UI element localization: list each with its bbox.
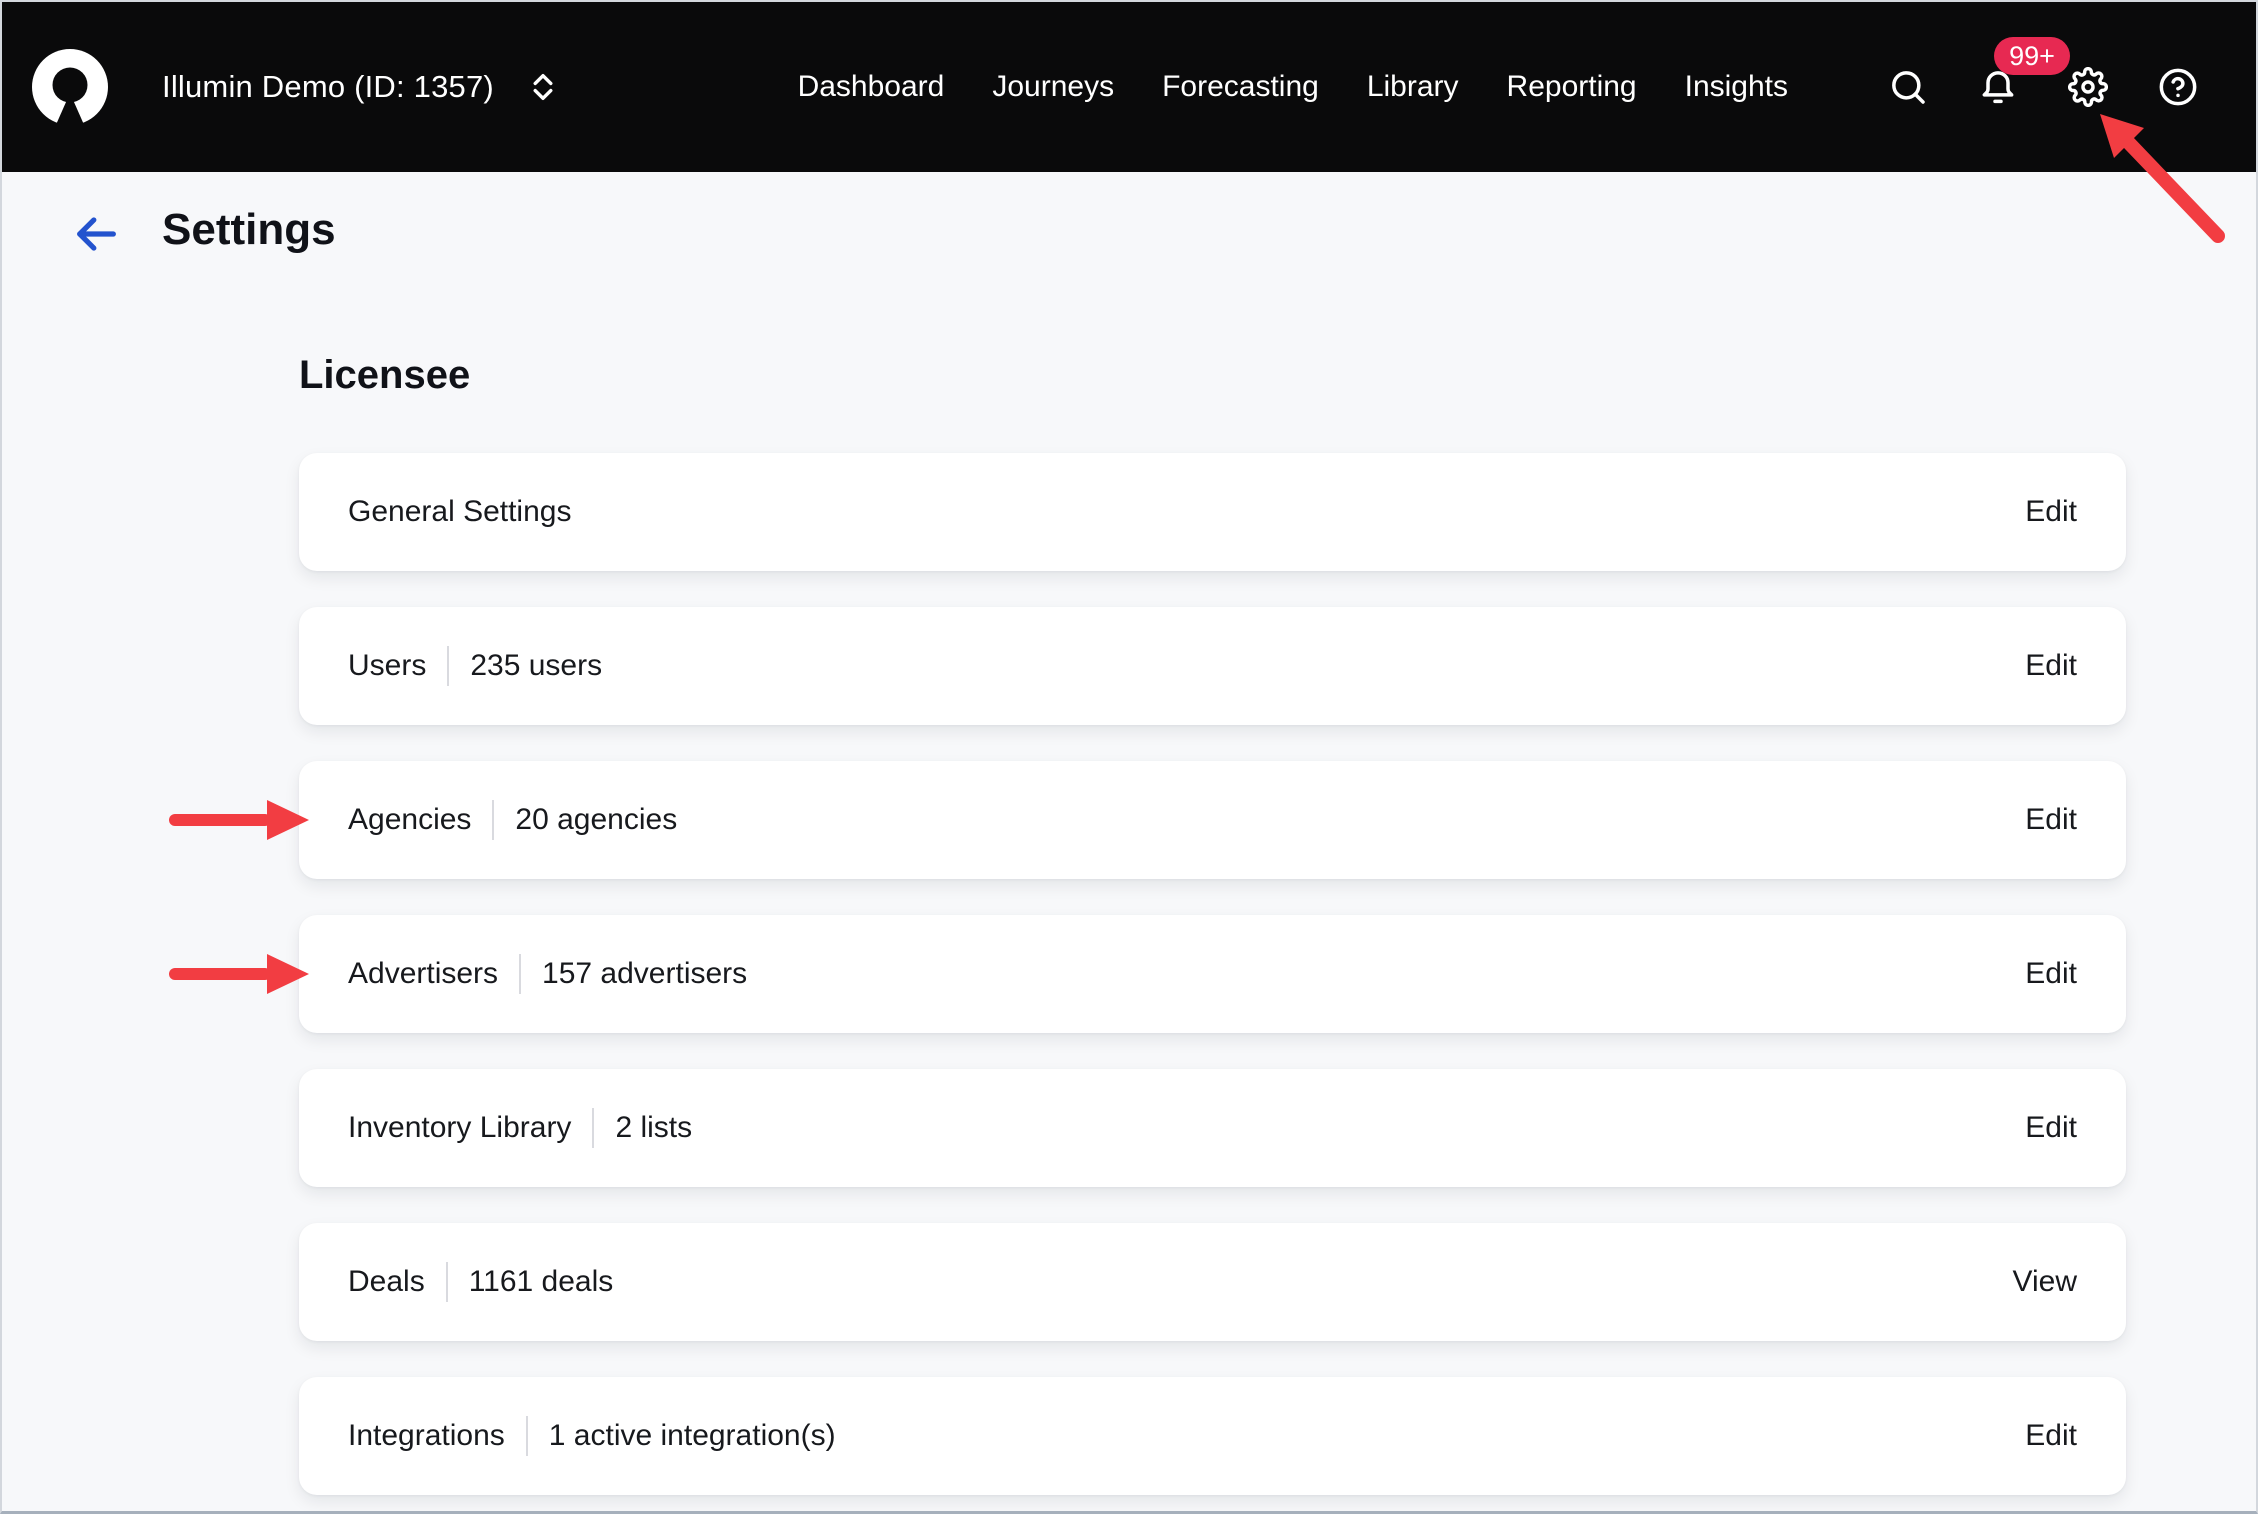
page-title: Settings	[162, 205, 336, 255]
row-label: Deals	[348, 1265, 425, 1299]
annotation-arrow-to-agencies	[169, 798, 309, 842]
divider	[492, 800, 494, 840]
nav-item-dashboard[interactable]: Dashboard	[798, 70, 945, 104]
row-label: Integrations	[348, 1419, 505, 1453]
edit-agencies-button[interactable]: Edit	[2025, 803, 2077, 837]
row-label: General Settings	[348, 495, 571, 529]
arrow-left-icon	[70, 208, 122, 260]
view-deals-button[interactable]: View	[2013, 1265, 2077, 1299]
settings-row-integrations: Integrations 1 active integration(s) Edi…	[299, 1377, 2126, 1495]
row-label: Advertisers	[348, 957, 498, 991]
nav-item-forecasting[interactable]: Forecasting	[1162, 70, 1319, 104]
row-value: 1 active integration(s)	[549, 1419, 836, 1453]
top-navigation-bar: Illumin Demo (ID: 1357) Dashboard Journe…	[2, 2, 2256, 172]
help-button[interactable]	[2158, 67, 2198, 107]
row-value: 1161 deals	[469, 1265, 614, 1299]
illumin-logo-icon	[32, 49, 108, 125]
search-icon	[1888, 67, 1928, 107]
help-icon	[2158, 67, 2198, 107]
edit-users-button[interactable]: Edit	[2025, 649, 2077, 683]
divider	[526, 1416, 528, 1456]
nav-item-reporting[interactable]: Reporting	[1507, 70, 1637, 104]
row-label: Users	[348, 649, 426, 683]
edit-general-settings-button[interactable]: Edit	[2025, 495, 2077, 529]
divider	[447, 646, 449, 686]
settings-row-users: Users 235 users Edit	[299, 607, 2126, 725]
settings-row-agencies: Agencies 20 agencies Edit	[299, 761, 2126, 879]
edit-inventory-library-button[interactable]: Edit	[2025, 1111, 2077, 1145]
unfold-chevrons-icon	[526, 70, 560, 104]
notifications-button[interactable]: 99+	[1978, 67, 2018, 107]
settings-row-inventory-library: Inventory Library 2 lists Edit	[299, 1069, 2126, 1187]
settings-page: Illumin Demo (ID: 1357) Dashboard Journe…	[0, 0, 2258, 1514]
gear-icon	[2068, 67, 2108, 107]
annotation-arrow-to-advertisers	[169, 952, 309, 996]
back-button[interactable]	[70, 208, 122, 260]
settings-button[interactable]	[2068, 67, 2108, 107]
settings-row-advertisers: Advertisers 157 advertisers Edit	[299, 915, 2126, 1033]
row-label: Inventory Library	[348, 1111, 571, 1145]
main-nav: Dashboard Journeys Forecasting Library R…	[798, 70, 1788, 104]
settings-row-general: General Settings Edit	[299, 453, 2126, 571]
search-button[interactable]	[1888, 67, 1928, 107]
row-value: 235 users	[470, 649, 602, 683]
row-value: 2 lists	[615, 1111, 692, 1145]
section-title-licensee: Licensee	[299, 353, 470, 398]
row-label: Agencies	[348, 803, 471, 837]
nav-item-journeys[interactable]: Journeys	[992, 70, 1114, 104]
divider	[446, 1262, 448, 1302]
divider	[519, 954, 521, 994]
notification-count-badge: 99+	[1994, 37, 2070, 75]
nav-item-insights[interactable]: Insights	[1685, 70, 1788, 104]
edit-advertisers-button[interactable]: Edit	[2025, 957, 2077, 991]
topbar-icons: 99+	[1888, 67, 2198, 107]
licensee-switcher[interactable]: Illumin Demo (ID: 1357)	[32, 49, 560, 125]
nav-item-library[interactable]: Library	[1367, 70, 1459, 104]
settings-row-deals: Deals 1161 deals View	[299, 1223, 2126, 1341]
licensee-name: Illumin Demo (ID: 1357)	[162, 69, 494, 105]
divider	[592, 1108, 594, 1148]
row-value: 157 advertisers	[542, 957, 747, 991]
row-value: 20 agencies	[515, 803, 677, 837]
edit-integrations-button[interactable]: Edit	[2025, 1419, 2077, 1453]
